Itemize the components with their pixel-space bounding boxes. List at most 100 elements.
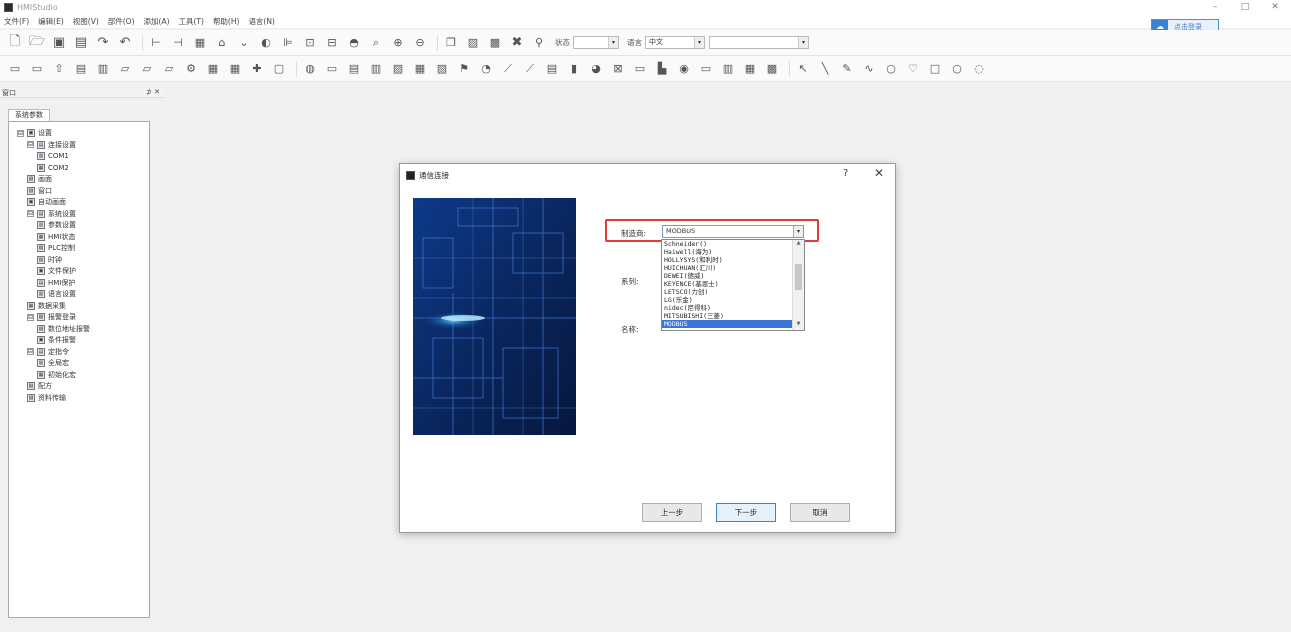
bit-lamp-icon[interactable]: ▭ — [6, 60, 24, 78]
distribute-icon[interactable]: ⊟ — [323, 34, 341, 52]
line-icon[interactable]: ▭ — [697, 60, 715, 78]
flag-icon[interactable]: ⚑ — [455, 60, 473, 78]
menu-help[interactable]: 帮助(H) — [213, 16, 240, 27]
language-combo[interactable]: 中文 ▾ — [645, 36, 705, 49]
arc-icon[interactable]: ◌ — [970, 60, 988, 78]
line-draw-icon[interactable]: ╲ — [816, 60, 834, 78]
layer-down-icon[interactable]: ⌄ — [235, 34, 253, 52]
status-combo[interactable]: ▾ — [573, 36, 619, 49]
tree-item[interactable]: ▨ 窗口 — [27, 186, 52, 196]
tree-expander-icon[interactable]: ⊟ — [27, 210, 34, 217]
zoom-in-icon[interactable]: ⊕ — [389, 34, 407, 52]
align-right-icon[interactable]: ⊣ — [169, 34, 187, 52]
bit-switch-icon[interactable]: ▤ — [72, 60, 90, 78]
pin-close-icon[interactable]: ⊅ ✕ — [146, 88, 160, 96]
tree-item[interactable]: ▨ 时钟 — [37, 255, 62, 265]
dropdown-option[interactable]: Schneider() — [662, 240, 792, 248]
tree-item[interactable]: ▣ 条件报警 — [37, 335, 76, 345]
scroll-thumb[interactable] — [795, 264, 802, 290]
polyline-icon[interactable]: ↖ — [794, 60, 812, 78]
menu-file[interactable]: 文件(F) — [4, 16, 29, 27]
tree-item[interactable]: ⊟ ▤ 系统设置 — [27, 209, 76, 219]
tree-item[interactable]: ▦ 数据采集 — [27, 301, 66, 311]
align-left-icon[interactable]: ⊢ — [147, 34, 165, 52]
tree-item[interactable]: ⊟ ▤ 连接设置 — [27, 140, 76, 150]
zoom-out-icon[interactable]: ⊖ — [411, 34, 429, 52]
tree-item[interactable]: ▧ 画面 — [27, 174, 52, 184]
dropdown-option[interactable]: KEYENCE(基恩士) — [662, 280, 792, 288]
next-button[interactable]: 下一步 — [716, 503, 776, 522]
zoom-icon[interactable]: ⌕ — [367, 34, 385, 52]
dropdown-option[interactable]: DEWEI(德威) — [662, 272, 792, 280]
delete-icon[interactable]: ✖ — [508, 34, 526, 52]
scroll-up-icon[interactable]: ▲ — [793, 240, 804, 249]
tree-item[interactable]: ▦ COM2 — [37, 163, 69, 173]
rect-icon[interactable]: □ — [926, 60, 944, 78]
camera-icon[interactable]: ◓ — [345, 34, 363, 52]
tree-item[interactable]: ▨ 资料传输 — [27, 393, 66, 403]
menu-add[interactable]: 添加(A) — [144, 16, 170, 27]
tree-item[interactable]: ▦ 初始化宏 — [37, 370, 76, 380]
tab-system-params[interactable]: 系统参数 — [8, 109, 50, 121]
image-icon[interactable]: ▩ — [486, 34, 504, 52]
tree-item[interactable]: ▥ 全局宏 — [37, 358, 69, 368]
tree-item[interactable]: ▥ 语言设置 — [37, 289, 76, 299]
open-file-icon[interactable]: 🗁 — [28, 34, 46, 52]
multi-switch-icon[interactable]: ▱ — [116, 60, 134, 78]
tree-item[interactable]: ⊟ ▧ 报警登录 — [27, 312, 76, 322]
contrast-icon[interactable]: ◐ — [257, 34, 275, 52]
prev-button[interactable]: 上一步 — [642, 503, 702, 522]
data-grid-icon[interactable]: ▥ — [719, 60, 737, 78]
trend-icon[interactable]: ⟋ — [499, 60, 517, 78]
function-key-icon[interactable]: ⇧ — [50, 60, 68, 78]
redo-icon[interactable]: ↷ — [94, 34, 112, 52]
menu-view[interactable]: 视图(V) — [73, 16, 99, 27]
xy-chart-icon[interactable]: ⟋ — [521, 60, 539, 78]
window-icon[interactable]: ▢ — [270, 60, 288, 78]
alarm-table-icon[interactable]: ▤ — [543, 60, 561, 78]
copy-icon[interactable]: ❐ — [442, 34, 460, 52]
tree-item[interactable]: ▥ 参数设置 — [37, 220, 76, 230]
message-icon[interactable]: ▭ — [323, 60, 341, 78]
ellipse-icon[interactable]: ○ — [882, 60, 900, 78]
dropdown-option[interactable]: nidec(尼得科) — [662, 304, 792, 312]
close-button[interactable]: ✕ — [1260, 0, 1290, 14]
tree-expander-icon[interactable]: ⊟ — [17, 129, 24, 137]
tree-item[interactable]: ▤ HMI保护 — [37, 278, 75, 288]
print-icon[interactable]: ▥ — [367, 60, 385, 78]
scatter-icon[interactable]: ⊠ — [609, 60, 627, 78]
tree-expander-icon[interactable]: ⊟ — [27, 313, 34, 321]
dropdown-scrollbar[interactable]: ▲ ▼ — [792, 240, 804, 330]
menu-parts[interactable]: 部件(O) — [108, 16, 135, 27]
move-icon[interactable]: ✚ — [248, 60, 266, 78]
dropdown-option[interactable]: HOLLYSYS(和利时) — [662, 256, 792, 264]
curve-icon[interactable]: ∿ — [860, 60, 878, 78]
tree-item[interactable]: ▥ COM1 — [37, 151, 69, 161]
grid-icon[interactable]: ▦ — [191, 34, 209, 52]
align-icon[interactable]: ⊫ — [279, 34, 297, 52]
histogram-icon[interactable]: ▙ — [653, 60, 671, 78]
dropdown-option[interactable]: LETSCO(力创) — [662, 288, 792, 296]
tree-item[interactable]: ▣ 文件保护 — [37, 266, 76, 276]
help-button[interactable]: ? — [843, 168, 848, 179]
list-icon[interactable]: ▩ — [763, 60, 781, 78]
tree-item[interactable]: ▧ 配方 — [27, 381, 52, 391]
meter-icon[interactable]: ◔ — [477, 60, 495, 78]
cancel-button[interactable]: 取消 — [790, 503, 850, 522]
dropdown-option[interactable]: MODBUS — [662, 320, 792, 328]
bar-icon[interactable]: ▮ — [565, 60, 583, 78]
menu-edit[interactable]: 编辑(E) — [38, 16, 64, 27]
clock-icon[interactable]: ◍ — [301, 60, 319, 78]
dropdown-option[interactable]: LG(乐金) — [662, 296, 792, 304]
tree-item[interactable]: ▧ PLC控制 — [37, 243, 75, 253]
manufacturer-select[interactable]: MODBUS ▾ — [662, 225, 804, 238]
dropdown-option[interactable]: MITSUBISHI(三菱) — [662, 312, 792, 320]
word-lamp-icon[interactable]: ▭ — [28, 60, 46, 78]
dropdown-option[interactable]: Haiwell(海为) — [662, 248, 792, 256]
maximize-button[interactable]: □ — [1230, 0, 1260, 14]
save-as-icon[interactable]: ▤ — [72, 34, 90, 52]
manufacturer-dropdown-list[interactable]: Schneider() Haiwell(海为) HOLLYSYS(和利时) HUICH… — [661, 239, 805, 331]
heart-shape-icon[interactable]: ♡ — [904, 60, 922, 78]
minimize-button[interactable]: – — [1200, 0, 1230, 14]
user-icon[interactable]: ◉ — [675, 60, 693, 78]
